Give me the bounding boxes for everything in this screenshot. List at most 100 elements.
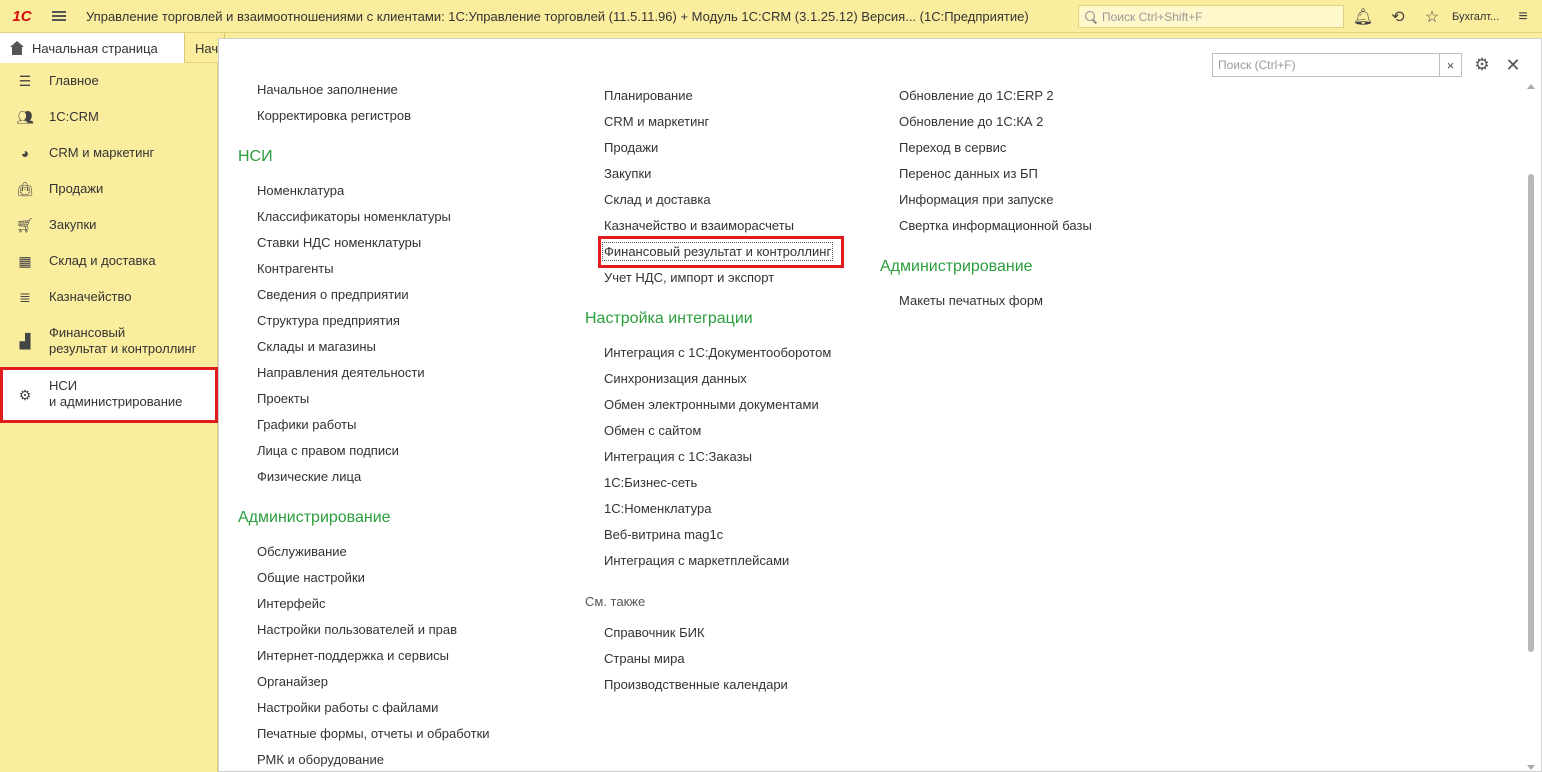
heading-see-also: См. также (585, 594, 646, 609)
link-1c-nomenclature[interactable]: 1С:Номенклатура (604, 501, 711, 516)
link-counterparties[interactable]: Контрагенты (257, 261, 334, 276)
app-title: Управление торговлей и взаимоотношениями… (86, 8, 1029, 24)
sidebar: ☰ Главное 👥︎ 1С:CRM ◕ CRM и маркетинг 👜︎… (0, 63, 218, 772)
tab-second-label: Нач (195, 40, 219, 56)
link-online-support[interactable]: Интернет-поддержка и сервисы (257, 648, 449, 663)
link-crm-marketing[interactable]: CRM и маркетинг (604, 114, 709, 129)
1c-logo-icon[interactable]: 1С (0, 0, 44, 33)
link-docflow-integration[interactable]: Интеграция с 1С:Документооборотом (604, 345, 831, 360)
link-print-forms-reports[interactable]: Печатные формы, отчеты и обработки (257, 726, 490, 741)
heading-integration-settings: Настройка интеграции (585, 310, 753, 327)
link-production-calendars[interactable]: Производственные календари (604, 677, 788, 692)
main-menu-button[interactable] (44, 0, 74, 33)
sidebar-item-treasury[interactable]: ≣ Казначейство (0, 287, 218, 307)
link-treasury-settlements[interactable]: Казначейство и взаиморасчеты (604, 218, 794, 233)
settings-gear-icon[interactable]: ⚙ (1472, 55, 1492, 75)
tab-home[interactable]: Начальная страница (0, 33, 185, 63)
sidebar-item-sales[interactable]: 👜︎ Продажи (0, 179, 218, 199)
sidebar-item-financial-result[interactable]: ▟ Финансовый результат и контроллинг (0, 323, 218, 359)
sidebar-item-label: НСИ (49, 378, 78, 393)
link-file-settings[interactable]: Настройки работы с файлами (257, 700, 438, 715)
link-work-schedules[interactable]: Графики работы (257, 417, 356, 432)
sidebar-item-main[interactable]: ☰ Главное (0, 71, 218, 91)
link-user-rights-settings[interactable]: Настройки пользователей и прав (257, 622, 457, 637)
link-financial-result-controlling[interactable]: Финансовый результат и контроллинг (601, 242, 834, 261)
scroll-down-arrow-icon[interactable] (1527, 765, 1535, 770)
link-site-exchange[interactable]: Обмен с сайтом (604, 423, 701, 438)
link-bik-directory[interactable]: Справочник БИК (604, 625, 705, 640)
link-upgrade-ka2[interactable]: Обновление до 1С:КА 2 (899, 114, 1043, 129)
close-icon[interactable]: ✕ (1503, 55, 1523, 75)
link-company-structure[interactable]: Структура предприятия (257, 313, 400, 328)
user-name[interactable]: Бухгалт... (1452, 0, 1499, 33)
link-purchases[interactable]: Закупки (604, 166, 651, 181)
sidebar-item-label-line2: и администрирование (49, 394, 183, 409)
link-upgrade-erp2[interactable]: Обновление до 1С:ERP 2 (899, 88, 1054, 103)
more-icon[interactable]: ≡ (1512, 6, 1534, 28)
sidebar-item-purchases[interactable]: 🛒︎ Закупки (0, 215, 218, 235)
sidebar-item-1c-crm[interactable]: 👥︎ 1С:CRM (0, 107, 218, 127)
heading-administration-col3: Администрирование (880, 258, 1033, 275)
link-projects[interactable]: Проекты (257, 391, 309, 406)
sidebar-item-label: Продажи (49, 181, 104, 196)
global-search-input[interactable]: Поиск Ctrl+Shift+F (1078, 5, 1344, 28)
link-maintenance[interactable]: Обслуживание (257, 544, 347, 559)
pie-chart-icon: ◕ (20, 145, 30, 161)
link-vat-import-export[interactable]: Учет НДС, импорт и экспорт (604, 270, 774, 285)
cart-icon: 🛒︎ (16, 216, 34, 233)
sidebar-item-label-line2: результат и контроллинг (49, 341, 197, 356)
link-interface[interactable]: Интерфейс (257, 596, 325, 611)
title-bar: 1С Управление торговлей и взаимоотношени… (0, 0, 1542, 33)
people-icon: 👥︎ (16, 108, 34, 125)
history-icon[interactable]: ⟲ (1387, 6, 1409, 28)
home-icon (10, 41, 24, 55)
link-general-settings[interactable]: Общие настройки (257, 570, 365, 585)
panel-search-input[interactable]: Поиск (Ctrl+F) (1212, 53, 1440, 77)
link-web-showcase[interactable]: Веб-витрина mag1c (604, 527, 723, 542)
link-register-correction[interactable]: Корректировка регистров (257, 108, 411, 123)
sidebar-item-label: Склад и доставка (49, 253, 156, 268)
link-warehouses-stores[interactable]: Склады и магазины (257, 339, 376, 354)
link-orders-integration[interactable]: Интеграция с 1С:Заказы (604, 449, 752, 464)
tab-home-label: Начальная страница (32, 40, 158, 56)
sidebar-item-label: 1С:CRM (49, 109, 99, 124)
link-planning[interactable]: Планирование (604, 88, 693, 103)
link-warehouse-delivery[interactable]: Склад и доставка (604, 192, 711, 207)
link-startup-info[interactable]: Информация при запуске (899, 192, 1054, 207)
link-countries[interactable]: Страны мира (604, 651, 685, 666)
sidebar-item-label: Закупки (49, 217, 97, 232)
link-transfer-from-bp[interactable]: Перенос данных из БП (899, 166, 1038, 181)
search-clear-button[interactable]: × (1440, 53, 1462, 77)
link-print-form-layouts[interactable]: Макеты печатных форм (899, 293, 1043, 308)
star-icon[interactable]: ☆ (1421, 6, 1443, 28)
link-nomenclature-classifiers[interactable]: Классификаторы номенклатуры (257, 209, 451, 224)
link-pos-equipment[interactable]: РМК и оборудование (257, 752, 384, 767)
vertical-scrollbar[interactable] (1525, 84, 1537, 770)
scroll-thumb[interactable] (1528, 174, 1534, 652)
section-panel: Поиск (Ctrl+F) × ⚙ ✕ Начальное заполнени… (218, 38, 1542, 772)
sidebar-item-nsi-admin[interactable]: ⚙ НСИ и администрирование (0, 367, 218, 423)
sidebar-item-crm-marketing[interactable]: ◕ CRM и маркетинг (0, 143, 218, 163)
panel-search-placeholder: Поиск (Ctrl+F) (1218, 58, 1296, 72)
link-business-lines[interactable]: Направления деятельности (257, 365, 425, 380)
link-organizer[interactable]: Органайзер (257, 674, 328, 689)
link-vat-rates[interactable]: Ставки НДС номенклатуры (257, 235, 421, 250)
link-marketplaces-integration[interactable]: Интеграция с маркетплейсами (604, 553, 789, 568)
link-move-to-service[interactable]: Переход в сервис (899, 140, 1006, 155)
scroll-up-arrow-icon[interactable] (1527, 84, 1535, 89)
link-data-sync[interactable]: Синхронизация данных (604, 371, 747, 386)
sidebar-item-warehouse[interactable]: ▦ Склад и доставка (0, 251, 218, 271)
link-business-network[interactable]: 1С:Бизнес-сеть (604, 475, 697, 490)
coins-icon: ≣ (19, 288, 31, 305)
bar-chart-icon: ▟ (19, 332, 31, 349)
bell-icon[interactable]: 🔔︎ (1352, 6, 1374, 28)
link-initial-fill[interactable]: Начальное заполнение (257, 82, 398, 97)
link-individuals[interactable]: Физические лица (257, 469, 361, 484)
link-infobase-rollup[interactable]: Свертка информационной базы (899, 218, 1092, 233)
link-sales[interactable]: Продажи (604, 140, 658, 155)
link-nomenclature[interactable]: Номенклатура (257, 183, 344, 198)
link-company-info[interactable]: Сведения о предприятии (257, 287, 409, 302)
link-edi-exchange[interactable]: Обмен электронными документами (604, 397, 819, 412)
sidebar-item-label: Главное (49, 73, 99, 88)
link-signatories[interactable]: Лица с правом подписи (257, 443, 399, 458)
